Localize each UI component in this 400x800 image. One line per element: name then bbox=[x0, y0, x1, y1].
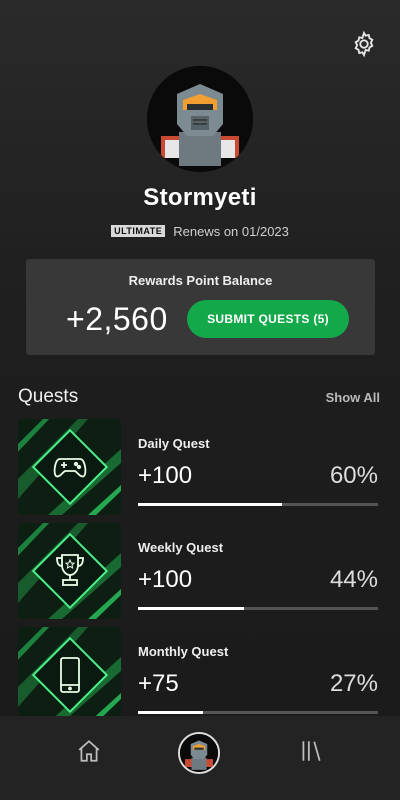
quest-tile bbox=[18, 627, 121, 723]
quest-percent: 44% bbox=[329, 566, 378, 593]
quest-title: Monthly Quest bbox=[138, 644, 229, 659]
renews-text: Renews on 01/2023 bbox=[173, 224, 289, 239]
points-balance: +2,560 bbox=[66, 301, 168, 337]
quest-progress-bar bbox=[138, 711, 378, 714]
quest-row-daily[interactable]: Daily Quest +100 60% bbox=[18, 419, 380, 515]
quest-tile bbox=[18, 523, 121, 619]
quest-progress-fill bbox=[138, 711, 203, 714]
rewards-card: Rewards Point Balance +2,560 SUBMIT QUES… bbox=[26, 259, 375, 355]
quest-progress-bar bbox=[138, 503, 378, 506]
quest-title: Daily Quest bbox=[138, 436, 210, 451]
profile-avatar[interactable] bbox=[147, 66, 253, 172]
library-icon[interactable] bbox=[298, 738, 324, 764]
membership-info: ULTIMATE Renews on 01/2023 bbox=[0, 224, 400, 239]
submit-quests-button[interactable]: SUBMIT QUESTS (5) bbox=[187, 300, 349, 338]
controller-icon bbox=[53, 458, 87, 478]
quest-percent: 27% bbox=[329, 670, 378, 697]
bottom-nav bbox=[0, 716, 400, 800]
settings-gear-icon[interactable] bbox=[350, 30, 378, 58]
quest-progress-fill bbox=[138, 607, 244, 610]
quest-progress-fill bbox=[138, 503, 282, 506]
quest-percent: 60% bbox=[329, 462, 378, 489]
phone-icon bbox=[60, 657, 80, 693]
rewards-title: Rewards Point Balance bbox=[128, 273, 273, 288]
ultimate-badge: ULTIMATE bbox=[111, 225, 166, 237]
home-icon[interactable] bbox=[76, 738, 102, 764]
quest-row-monthly[interactable]: Monthly Quest +75 27% bbox=[18, 627, 380, 723]
quest-points: +100 bbox=[138, 566, 193, 593]
quest-tile bbox=[18, 419, 121, 515]
quest-points: +100 bbox=[138, 462, 193, 489]
show-all-link[interactable]: Show All bbox=[326, 390, 380, 405]
quest-progress-bar bbox=[138, 607, 378, 610]
nav-profile-avatar[interactable] bbox=[178, 732, 220, 774]
quest-points: +75 bbox=[138, 670, 179, 697]
trophy-icon bbox=[56, 554, 84, 586]
gamertag: Stormyeti bbox=[143, 184, 257, 211]
quest-row-weekly[interactable]: Weekly Quest +100 44% bbox=[18, 523, 380, 619]
quest-title: Weekly Quest bbox=[138, 540, 224, 555]
quests-heading: Quests bbox=[18, 386, 79, 407]
